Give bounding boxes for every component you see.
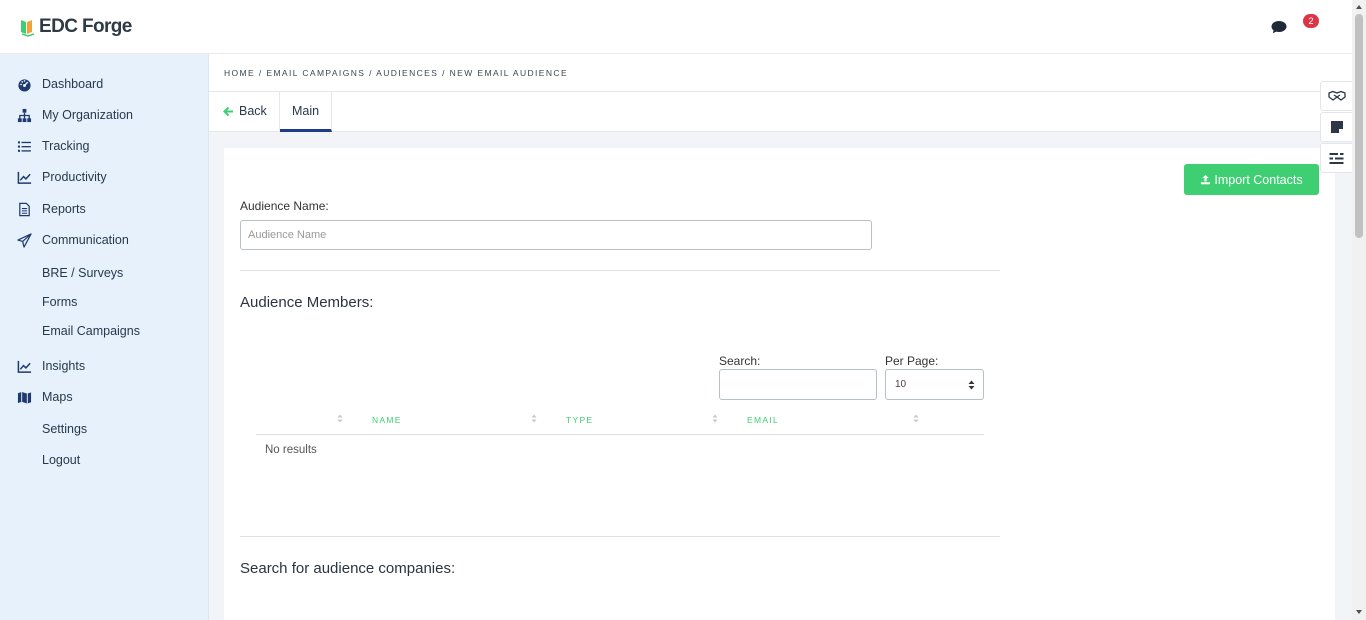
sidebar-item-label: Communication: [42, 233, 129, 247]
sidebar-item-label: My Organization: [42, 108, 134, 122]
empty-table-message: No results: [265, 444, 317, 456]
per-page-label: Per Page:: [885, 354, 939, 368]
import-contacts-button[interactable]: Import Contacts: [1184, 164, 1319, 195]
sidebar-item-settings[interactable]: Settings: [0, 417, 209, 441]
brand-logo[interactable]: EDC Forge: [20, 16, 132, 38]
import-contacts-label: Import Contacts: [1214, 172, 1303, 187]
sort-icon: [712, 414, 718, 423]
sidebar-item-my-organization[interactable]: My Organization: [0, 103, 209, 127]
logo-mark-icon: [21, 20, 35, 37]
sidebar-item-reports[interactable]: Reports: [0, 197, 209, 221]
audience-name-input[interactable]: [240, 220, 872, 250]
sidebar-item-label: Settings: [42, 422, 88, 436]
org-chart-icon: [16, 107, 33, 124]
tab-main[interactable]: Main: [280, 92, 332, 132]
column-header-email[interactable]: EMAIL: [723, 408, 924, 435]
map-icon: [16, 389, 33, 406]
page-scrollbar[interactable]: [1352, 0, 1366, 620]
sidebar-item-bre-surveys[interactable]: BRE / Surveys: [0, 261, 209, 285]
scrollbar-thumb[interactable]: [1355, 14, 1363, 238]
tab-bar: Back Main: [209, 92, 1352, 132]
handshake-button[interactable]: [1320, 81, 1352, 111]
back-label: Back: [239, 104, 267, 118]
members-table-header: NAME TYPE EMAIL: [256, 408, 984, 435]
column-header-label: TYPE: [566, 415, 594, 425]
line-chart-icon: [16, 169, 33, 186]
arrow-left-icon: [223, 106, 233, 117]
list-settings-button[interactable]: [1320, 143, 1352, 173]
sticky-note-icon: [1330, 121, 1343, 133]
divider: [240, 270, 1000, 271]
scroll-down-icon[interactable]: [1355, 608, 1363, 616]
sidebar-item-label: Reports: [42, 202, 86, 216]
list-icon: [16, 138, 33, 155]
breadcrumb-text: HOME / EMAIL CAMPAIGNS / AUDIENCES / NEW…: [224, 68, 569, 78]
sidebar-item-label: Maps: [42, 390, 73, 404]
sidebar-item-label: Forms: [42, 295, 78, 309]
line-chart-icon: [16, 358, 33, 375]
back-button[interactable]: Back: [209, 92, 280, 132]
per-page-select[interactable]: 10: [885, 369, 984, 400]
sidebar-item-label: Productivity: [42, 170, 107, 184]
sidebar-item-email-campaigns[interactable]: Email Campaigns: [0, 319, 209, 343]
audience-members-title: Audience Members:: [240, 294, 374, 311]
upload-icon: [1201, 174, 1211, 185]
sidebar-item-label: Tracking: [42, 139, 90, 153]
select-caret-icon: [968, 380, 975, 390]
sidebar-item-productivity[interactable]: Productivity: [0, 165, 209, 189]
column-header-label: EMAIL: [747, 415, 780, 425]
sort-icon: [531, 414, 537, 423]
audience-form-card: Import Contacts Audience Name: Audience …: [224, 148, 1335, 620]
sidebar-item-communication[interactable]: Communication: [0, 228, 209, 252]
dashboard-icon: [16, 76, 33, 93]
handshake-icon: [1327, 90, 1346, 101]
scroll-up-icon[interactable]: [1355, 3, 1363, 11]
column-header-label: NAME: [372, 415, 402, 425]
sidebar-item-forms[interactable]: Forms: [0, 290, 209, 314]
sidebar-item-label: Email Campaigns: [42, 324, 140, 338]
sidebar-item-logout[interactable]: Logout: [0, 448, 209, 472]
sidebar-item-maps[interactable]: Maps: [0, 385, 209, 409]
sidebar-item-tracking[interactable]: Tracking: [0, 134, 209, 158]
document-icon: [16, 201, 33, 218]
breadcrumb: HOME / EMAIL CAMPAIGNS / AUDIENCES / NEW…: [209, 54, 1352, 92]
search-input[interactable]: [719, 369, 877, 400]
sidebar-item-label: Dashboard: [42, 77, 104, 91]
sidebar-item-dashboard[interactable]: Dashboard: [0, 72, 209, 96]
sort-icon: [913, 414, 919, 423]
column-header-select[interactable]: [256, 408, 348, 435]
main-content: HOME / EMAIL CAMPAIGNS / AUDIENCES / NEW…: [209, 54, 1352, 620]
paper-plane-icon: [16, 232, 33, 249]
divider: [240, 536, 1000, 537]
sort-icon: [337, 414, 343, 423]
sidebar: Dashboard My Organization Tracking Produ…: [0, 54, 209, 620]
brand-name: EDC Forge: [39, 16, 132, 37]
top-bar: EDC Forge 2: [0, 0, 1352, 54]
per-page-value: 10: [895, 379, 907, 390]
search-label: Search:: [719, 354, 761, 368]
column-header-type[interactable]: TYPE: [542, 408, 723, 435]
sidebar-item-insights[interactable]: Insights: [0, 354, 209, 378]
column-header-name[interactable]: NAME: [348, 408, 542, 435]
sticky-note-button[interactable]: [1320, 112, 1352, 142]
chat-icon[interactable]: [1270, 18, 1288, 36]
tab-main-label: Main: [292, 104, 320, 118]
notification-badge[interactable]: 2: [1303, 14, 1319, 28]
audience-companies-title: Search for audience companies:: [240, 560, 456, 577]
list-settings-icon: [1329, 151, 1344, 164]
audience-name-label: Audience Name:: [240, 199, 329, 213]
sidebar-item-label: Insights: [42, 359, 86, 373]
sidebar-item-label: BRE / Surveys: [42, 266, 124, 280]
sidebar-item-label: Logout: [42, 453, 81, 467]
